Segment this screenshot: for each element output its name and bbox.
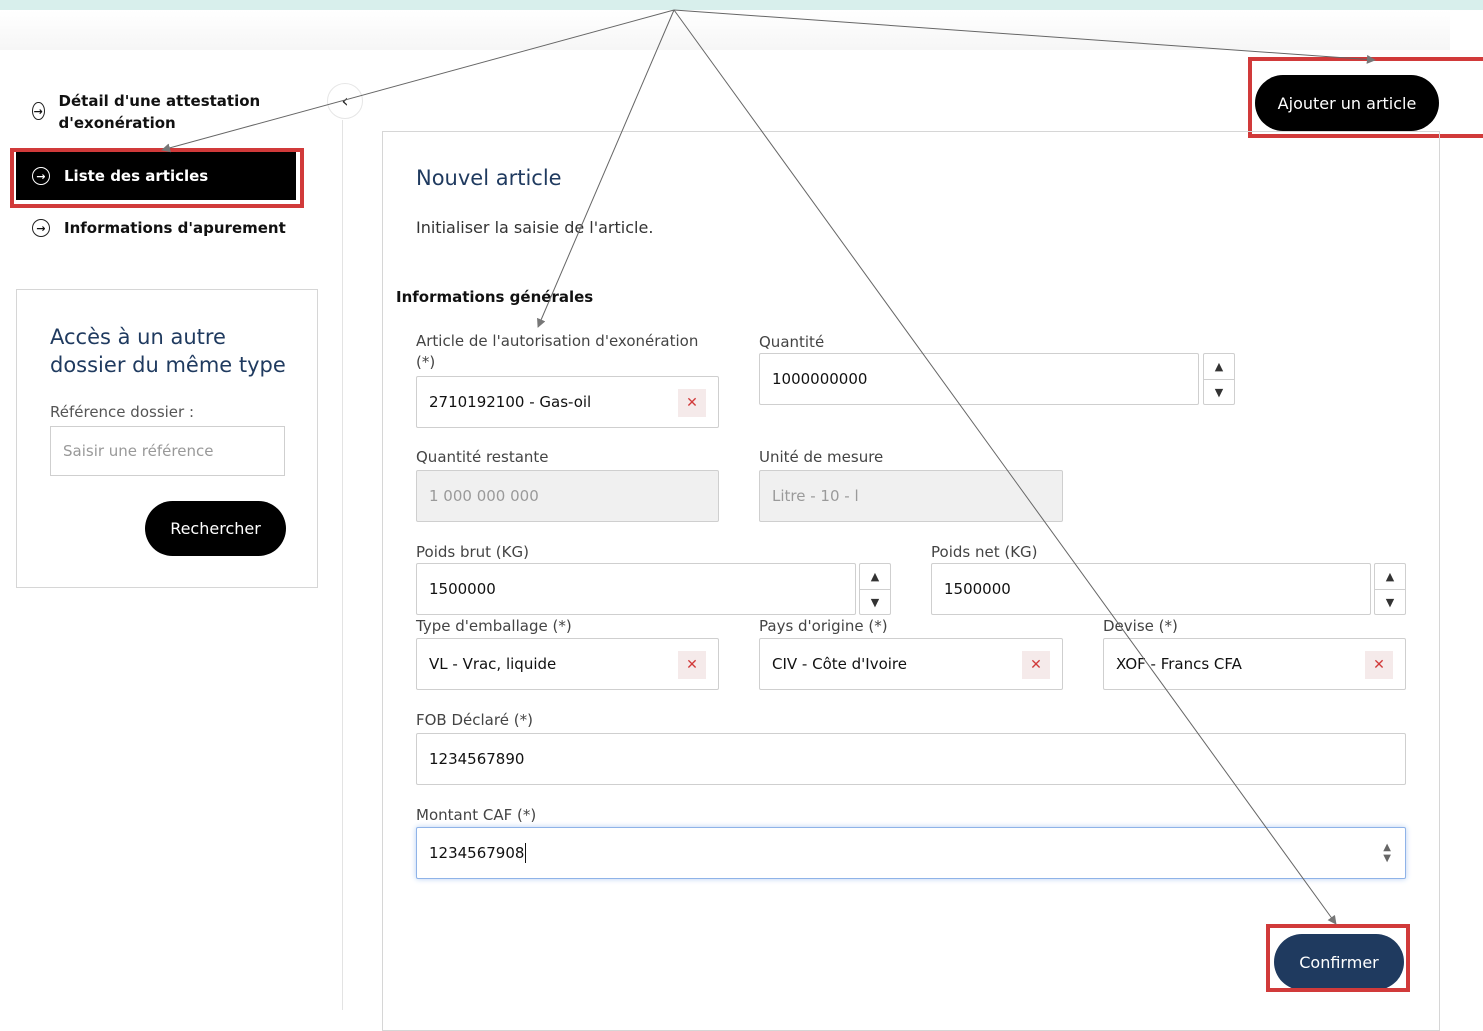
fob-value: 1234567890: [429, 750, 525, 768]
quantite-restante-input: 1 000 000 000: [416, 470, 719, 522]
card-title: Accès à un autre dossier du même type: [50, 325, 286, 377]
quantite-stepper[interactable]: ▲ ▼: [1203, 353, 1235, 405]
caf-input[interactable]: 1234567908 ▲ ▼: [416, 827, 1406, 879]
collapse-sidebar-button[interactable]: ‹: [327, 83, 363, 119]
article-label: Article de l'autorisation d'exonération …: [416, 332, 699, 371]
emballage-label: Type d'emballage (*): [416, 617, 572, 635]
chevron-left-icon: ‹: [341, 90, 349, 112]
page-title: Nouvel article: [416, 166, 562, 190]
top-bar: [0, 0, 1483, 10]
poids-brut-label: Poids brut (KG): [416, 543, 529, 561]
caf-value: 1234567908: [429, 844, 525, 862]
page-subtitle: Initialiser la saisie de l'article.: [416, 218, 654, 237]
search-dossier-card: Accès à un autre dossier du même type Ré…: [16, 289, 318, 588]
highlight-box: [10, 148, 304, 208]
unite-label: Unité de mesure: [759, 448, 884, 466]
quantite-restante-value: 1 000 000 000: [429, 487, 539, 505]
poids-brut-stepper[interactable]: ▲ ▼: [859, 563, 891, 615]
sidebar-item-apurement[interactable]: → Informations d'apurement: [32, 219, 292, 237]
chevron-down-icon[interactable]: ▼: [1204, 380, 1234, 405]
highlight-box: [1248, 57, 1483, 138]
reference-label: Référence dossier :: [50, 403, 195, 421]
chevron-down-icon[interactable]: ▼: [1375, 590, 1405, 615]
poids-net-value: 1500000: [944, 580, 1011, 598]
quantite-label: Quantité: [759, 333, 825, 351]
clear-icon[interactable]: ✕: [678, 389, 706, 417]
chevron-up-icon[interactable]: ▲: [1375, 564, 1405, 590]
sidebar-item-label: Informations d'apurement: [64, 219, 286, 237]
quantite-restante-label: Quantité restante: [416, 448, 549, 466]
unite-value: Litre - 10 - l: [772, 487, 859, 505]
highlight-box: [1266, 924, 1410, 992]
emballage-value: VL - Vrac, liquide: [429, 655, 557, 673]
reference-input[interactable]: Saisir une référence: [50, 426, 285, 476]
chevron-down-icon[interactable]: ▼: [860, 590, 890, 615]
pays-select[interactable]: CIV - Côte d'Ivoire ✕: [759, 638, 1063, 690]
sidebar-item-detail[interactable]: → Détail d'une attestation d'exonération: [32, 90, 272, 134]
clear-icon[interactable]: ✕: [1022, 651, 1050, 679]
arrow-right-circle-icon: →: [32, 102, 45, 120]
clear-icon[interactable]: ✕: [678, 651, 706, 679]
fob-input[interactable]: 1234567890: [416, 733, 1406, 785]
poids-net-label: Poids net (KG): [931, 543, 1038, 561]
devise-select[interactable]: XOF - Francs CFA ✕: [1103, 638, 1406, 690]
sidebar-item-label: Détail d'une attestation d'exonération: [58, 92, 261, 132]
header-shade: [0, 10, 1450, 50]
devise-label: Devise (*): [1103, 617, 1178, 635]
text-cursor: [525, 843, 527, 863]
article-select[interactable]: 2710192100 - Gas-oil ✕: [416, 376, 719, 428]
poids-brut-value: 1500000: [429, 580, 496, 598]
caf-label: Montant CAF (*): [416, 806, 537, 824]
search-button[interactable]: Rechercher: [145, 501, 286, 556]
sidebar-divider: [342, 120, 343, 1010]
poids-net-stepper[interactable]: ▲ ▼: [1374, 563, 1406, 615]
pays-label: Pays d'origine (*): [759, 617, 888, 635]
fob-label: FOB Déclaré (*): [416, 711, 533, 729]
devise-value: XOF - Francs CFA: [1116, 655, 1242, 673]
pays-value: CIV - Côte d'Ivoire: [772, 655, 907, 673]
arrow-right-circle-icon: →: [32, 219, 50, 237]
article-value: 2710192100 - Gas-oil: [429, 393, 592, 411]
quantite-value: 1000000000: [772, 370, 868, 388]
stepper-arrows-icon[interactable]: ▲ ▼: [1383, 842, 1391, 864]
emballage-select[interactable]: VL - Vrac, liquide ✕: [416, 638, 719, 690]
poids-brut-input[interactable]: 1500000: [416, 563, 856, 615]
poids-net-input[interactable]: 1500000: [931, 563, 1371, 615]
chevron-up-icon[interactable]: ▲: [860, 564, 890, 590]
unite-input: Litre - 10 - l: [759, 470, 1063, 522]
chevron-up-icon[interactable]: ▲: [1204, 354, 1234, 380]
clear-icon[interactable]: ✕: [1365, 651, 1393, 679]
section-title: Informations générales: [396, 288, 594, 306]
quantite-input[interactable]: 1000000000: [759, 353, 1199, 405]
